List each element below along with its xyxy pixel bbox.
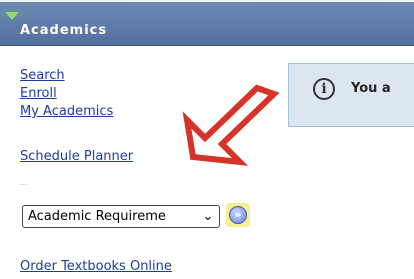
red-arrow-icon <box>182 84 280 166</box>
